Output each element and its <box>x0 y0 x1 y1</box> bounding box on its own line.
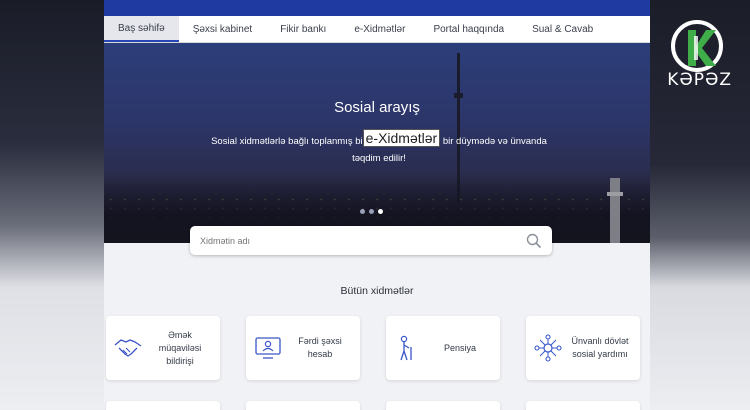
section-title: Bütün xidmətlər <box>340 285 414 297</box>
hero-subtitle: Sosial xidmətlərlə bağlı toplanmış bi e-X… <box>194 129 564 167</box>
hero-subtitle-part1: Sosial xidmətlərlə bağlı toplanmış bi <box>211 136 363 147</box>
hero-subtitle-highlight: e-Xidmətlər <box>362 129 441 147</box>
service-card-row2-3[interactable] <box>386 401 500 410</box>
nav-item-faq[interactable]: Sual & Cavab <box>518 16 607 42</box>
service-card-label: Fərdi şəxsi hesab <box>298 336 342 359</box>
hero-banner: Sosial arayış Sosial xidmətlərlə bağlı t… <box>104 43 650 243</box>
browser-page: Baş səhifə Şəxsi kabinet Fikir bankı e-X… <box>104 0 650 410</box>
nav-item-personal-cabinet[interactable]: Şəxsi kabinet <box>179 16 266 42</box>
service-card-pension[interactable]: Pensiya <box>386 316 500 380</box>
carousel-dot-1[interactable] <box>360 209 365 214</box>
video-side-band-left <box>0 0 104 410</box>
nav-item-about-portal[interactable]: Portal haqqında <box>419 16 518 42</box>
service-card-personal-account[interactable]: Fərdi şəxsi hesab <box>246 316 360 380</box>
service-card-row2-2[interactable] <box>246 401 360 410</box>
service-card-row2-1[interactable] <box>106 401 220 410</box>
nav-item-e-services[interactable]: e-Xidmətlər <box>340 16 419 42</box>
search-icon[interactable] <box>526 233 542 249</box>
main-nav: Baş səhifə Şəxsi kabinet Fikir bankı e-X… <box>104 16 650 43</box>
top-bar <box>104 0 650 16</box>
monitor-user-icon <box>255 337 281 359</box>
carousel-dot-2[interactable] <box>369 209 374 214</box>
carousel-dots <box>360 209 383 214</box>
service-card-row2-4[interactable] <box>526 401 640 410</box>
service-card-social-assistance[interactable]: Ünvanlı dövlət sosial yardımı <box>526 316 640 380</box>
hero-subtitle-part2: bir düymədə və ünvanda <box>440 136 547 147</box>
service-card-label: Pensiya <box>443 342 477 353</box>
elderly-person-icon <box>400 335 412 361</box>
nav-item-idea-bank[interactable]: Fikir bankı <box>266 16 340 42</box>
handshake-icon <box>114 339 142 357</box>
kepez-watermark-text: KƏPƏZ <box>667 70 732 90</box>
carousel-dot-3[interactable] <box>378 209 383 214</box>
service-search-box <box>190 226 552 255</box>
service-card-labour-contract[interactable]: Əmək müqaviləsi bildirişi <box>106 316 220 380</box>
nav-item-home[interactable]: Baş səhifə <box>104 16 179 42</box>
network-people-icon <box>534 334 562 362</box>
service-card-label: Əmək müqaviləsi bildirişi <box>158 329 202 366</box>
hero-subtitle-line2: təqdim edilir! <box>352 153 406 164</box>
hero-title: Sosial arayış <box>334 99 420 116</box>
minaret-silhouette <box>607 178 623 243</box>
search-input[interactable] <box>200 235 526 246</box>
service-card-label: Ünvanlı dövlət sosial yardımı <box>571 336 629 359</box>
